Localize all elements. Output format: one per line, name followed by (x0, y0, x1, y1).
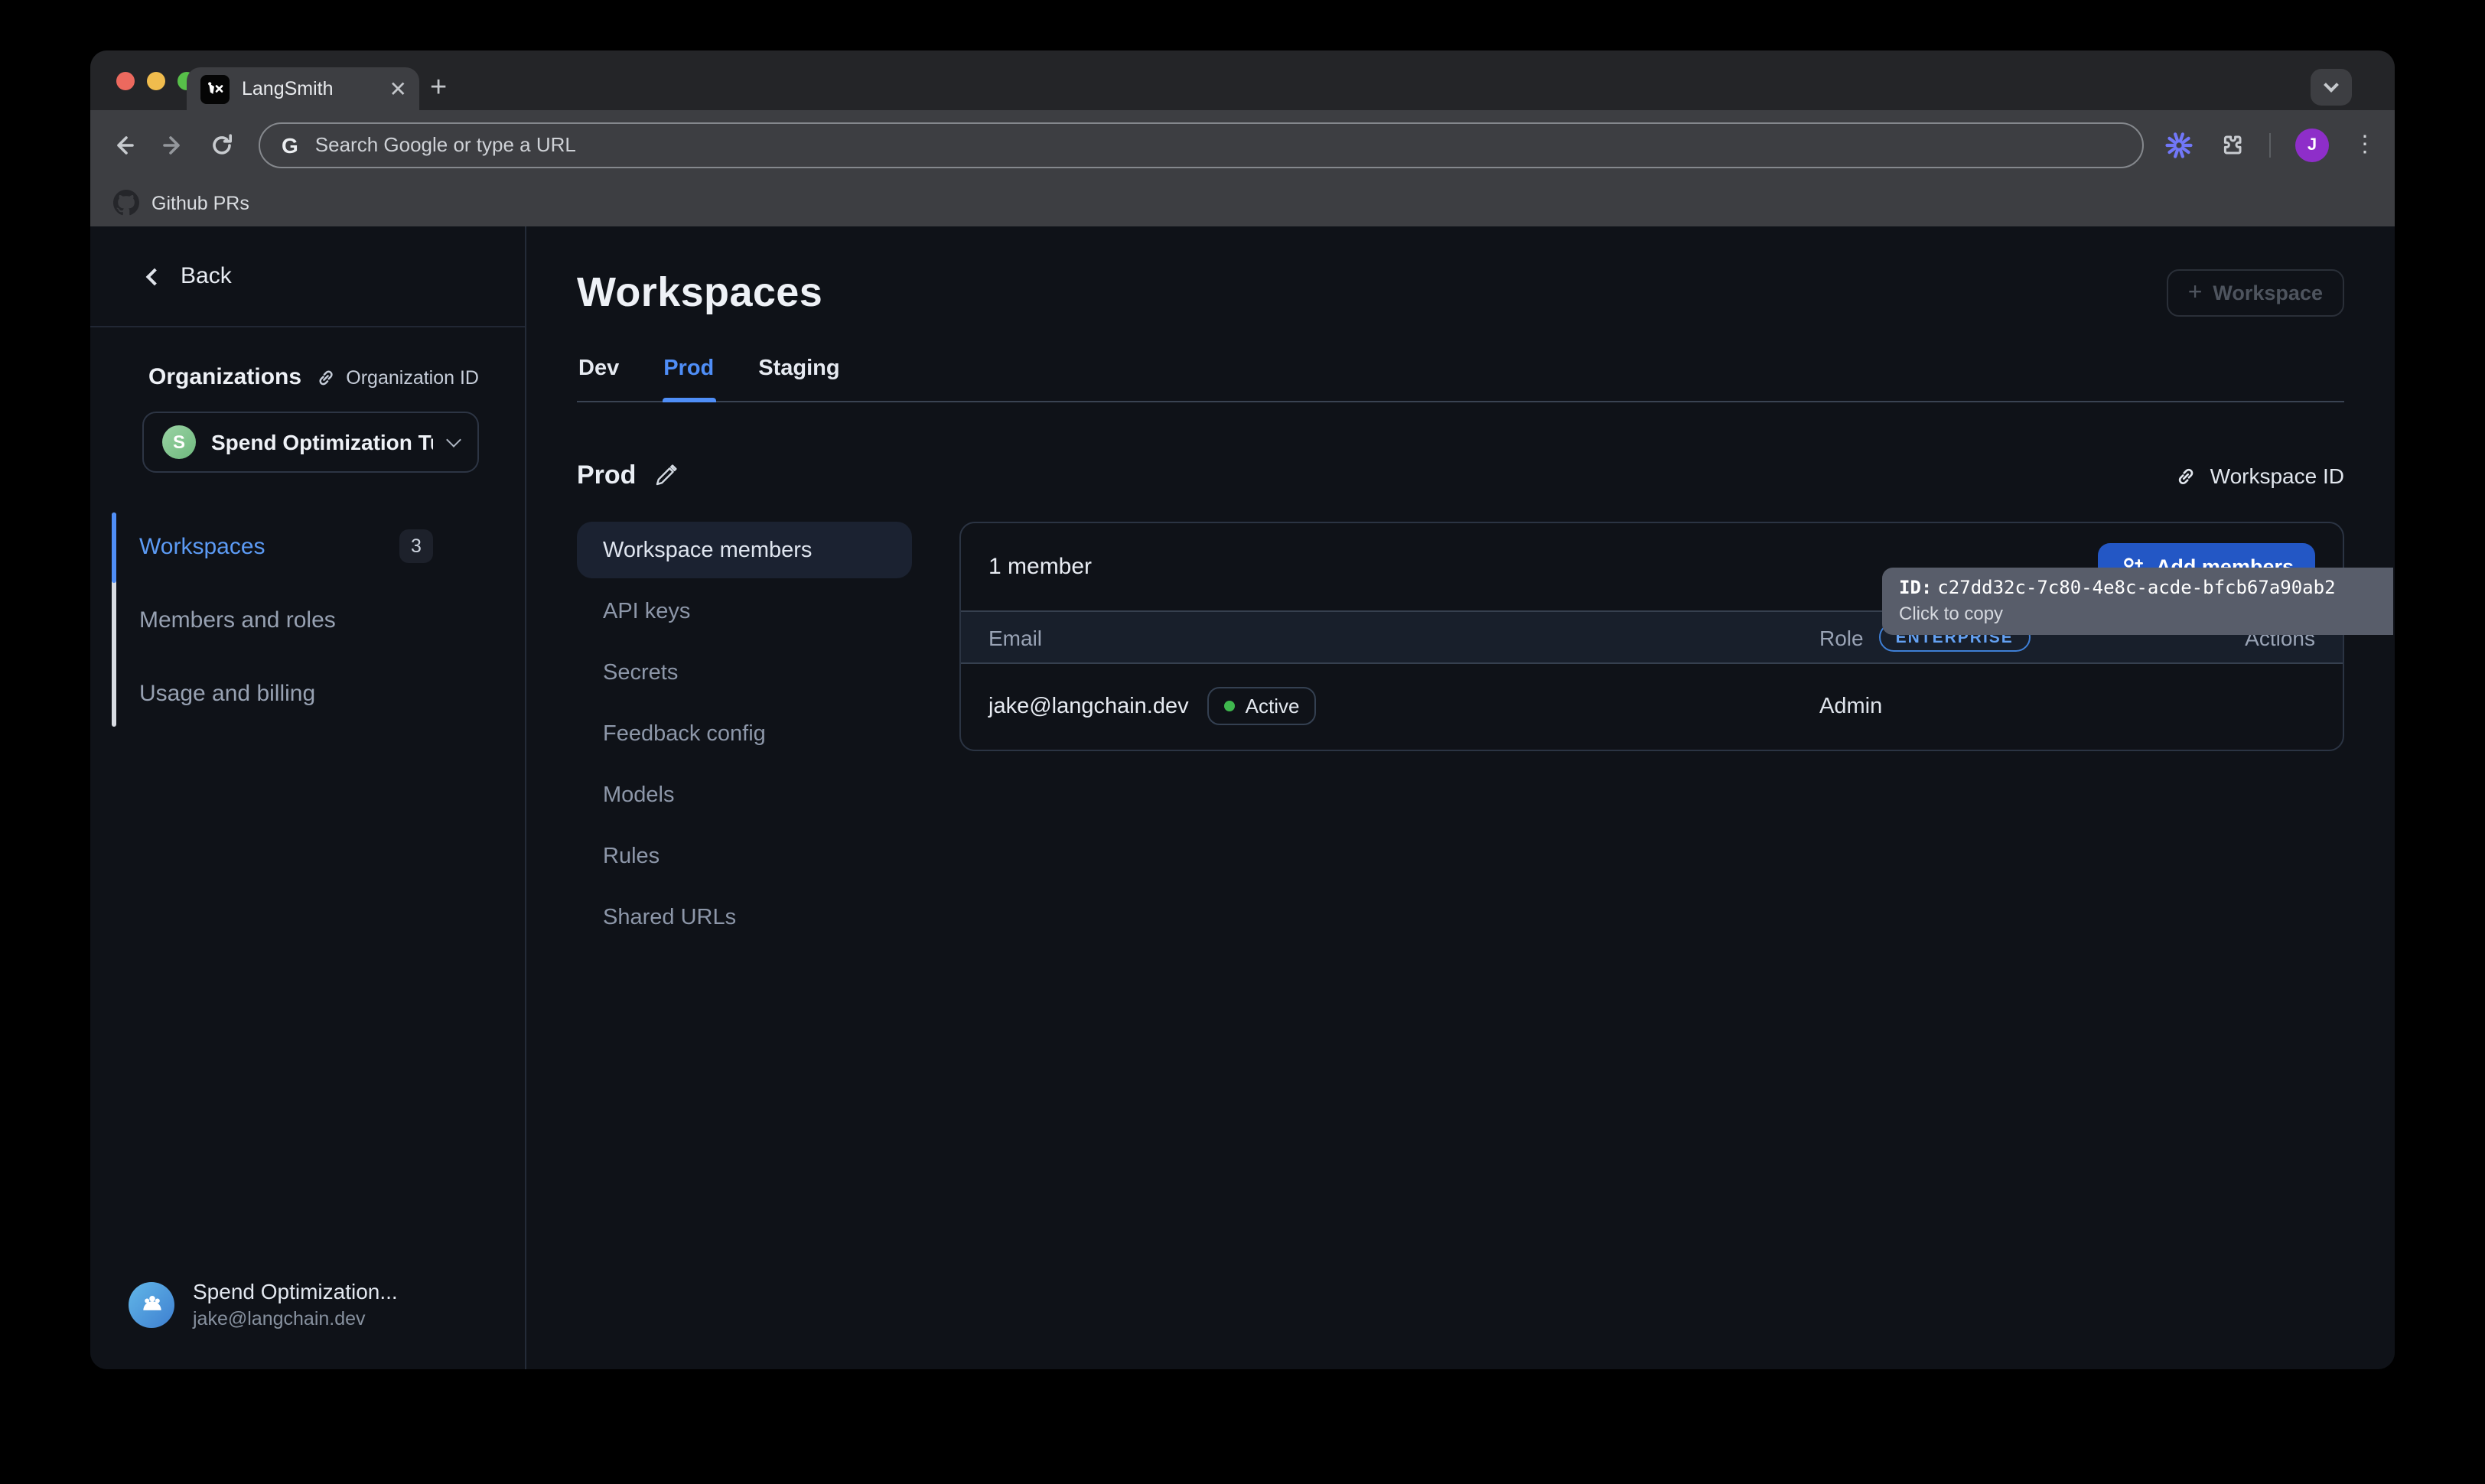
workspaces-count-badge: 3 (399, 529, 433, 563)
member-row: jake@langchain.dev Active Admin (961, 664, 2343, 750)
sidebar-nav: Workspaces 3 Members and roles Usage and… (90, 509, 525, 730)
nav-rail-active (112, 513, 116, 583)
organization-avatar: S (162, 425, 196, 459)
organization-id-link[interactable]: Organization ID (315, 366, 479, 388)
browser-tab-langsmith[interactable]: LangSmith ✕ (187, 67, 419, 110)
workspace-name-heading: Prod (577, 460, 636, 491)
workspaces-main: Workspaces + Workspace Dev Prod Staging (526, 226, 2395, 1369)
chevron-down-icon (446, 432, 461, 447)
tab-prod[interactable]: Prod (662, 353, 715, 401)
browser-toolbar: G Search Google or type a URL (90, 110, 2395, 179)
sidebar-item-workspaces[interactable]: Workspaces 3 (90, 509, 525, 583)
chevron-down-icon (2324, 76, 2339, 92)
close-window-button[interactable] (116, 72, 135, 90)
github-icon (113, 190, 139, 216)
organizations-heading: Organizations (148, 364, 301, 390)
member-role: Admin (1819, 694, 1882, 718)
window-controls (116, 72, 196, 90)
settings-item-shared-urls[interactable]: Shared URLs (577, 889, 912, 945)
address-bar[interactable]: G Search Google or type a URL (259, 122, 2144, 168)
org-group-avatar (129, 1281, 174, 1327)
page-title: Workspaces (577, 269, 822, 317)
chevron-left-icon (146, 268, 164, 285)
reload-button[interactable] (197, 120, 246, 169)
forward-button[interactable] (148, 120, 197, 169)
footer-email: jake@langchain.dev (193, 1308, 398, 1329)
sidebar-account-footer[interactable]: Spend Optimization... jake@langchain.dev (90, 1279, 525, 1369)
tooltip-hint: Click to copy (1899, 603, 2376, 624)
minimize-window-button[interactable] (147, 72, 165, 90)
bookmark-github-prs[interactable]: Github PRs (151, 192, 249, 213)
settings-item-secrets[interactable]: Secrets (577, 644, 912, 701)
environment-tabs: Dev Prod Staging (577, 353, 2344, 402)
tab-close-icon[interactable]: ✕ (389, 78, 407, 99)
footer-org-name: Spend Optimization... (193, 1279, 398, 1303)
settings-item-rules[interactable]: Rules (577, 828, 912, 884)
google-icon: G (282, 132, 298, 157)
back-button[interactable] (99, 120, 148, 169)
screenshot-stage: LangSmith ✕ + G (0, 0, 2485, 1484)
settings-item-feedback-config[interactable]: Feedback config (577, 705, 912, 762)
column-role: Role (1819, 625, 1864, 649)
workspace-id-link[interactable]: Workspace ID (2175, 464, 2344, 488)
browser-tab-strip: LangSmith ✕ + (90, 50, 2395, 110)
settings-item-models[interactable]: Models (577, 766, 912, 823)
extensions-puzzle-icon[interactable] (2217, 131, 2245, 158)
plus-icon: + (2188, 279, 2203, 307)
langsmith-app: Back Organizations Organization ID S Spe… (90, 226, 2395, 1369)
bookmarks-bar: Github PRs (90, 179, 2395, 226)
new-tab-button[interactable]: + (430, 69, 447, 109)
edit-pencil-icon[interactable] (653, 464, 677, 488)
settings-item-workspace-members[interactable]: Workspace members (577, 522, 912, 578)
address-bar-placeholder: Search Google or type a URL (315, 133, 576, 156)
extension-spark-icon[interactable] (2165, 131, 2193, 158)
workspace-settings-nav: Workspace members API keys Secrets Feedb… (577, 522, 912, 945)
new-workspace-button[interactable]: + Workspace (2167, 269, 2344, 317)
back-link[interactable]: Back (90, 226, 525, 327)
link-icon (315, 366, 337, 388)
workspace-id-tooltip[interactable]: ID: c27dd32c-7c80-4e8c-acde-bfcb67a90ab2… (1882, 568, 2393, 635)
sidebar-item-usage-and-billing[interactable]: Usage and billing (90, 656, 525, 730)
settings-sidebar: Back Organizations Organization ID S Spe… (90, 226, 526, 1369)
member-count: 1 member (988, 554, 1092, 580)
profile-avatar[interactable]: J (2295, 128, 2329, 161)
langsmith-favicon-icon (200, 74, 230, 103)
workspace-id-value: c27dd32c-7c80-4e8c-acde-bfcb67a90ab2 (1937, 577, 2335, 598)
tab-title: LangSmith (242, 78, 377, 99)
browser-window: LangSmith ✕ + G (90, 50, 2395, 1369)
toolbar-divider (2269, 132, 2271, 157)
browser-menu-icon[interactable]: ⋮ (2353, 133, 2376, 156)
sidebar-item-members-and-roles[interactable]: Members and roles (90, 583, 525, 656)
active-dot-icon (1224, 701, 1235, 711)
status-badge: Active (1207, 687, 1317, 725)
column-email: Email (988, 625, 1819, 649)
members-card: 1 member Add members Email Role (959, 522, 2344, 751)
member-email: jake@langchain.dev (988, 694, 1189, 718)
organization-dropdown[interactable]: S Spend Optimization Tu... (142, 412, 479, 473)
link-icon (2175, 464, 2198, 487)
tab-staging[interactable]: Staging (757, 353, 841, 401)
tab-dev[interactable]: Dev (577, 353, 620, 401)
tab-search-chevron-button[interactable] (2311, 69, 2352, 106)
settings-item-api-keys[interactable]: API keys (577, 583, 912, 639)
